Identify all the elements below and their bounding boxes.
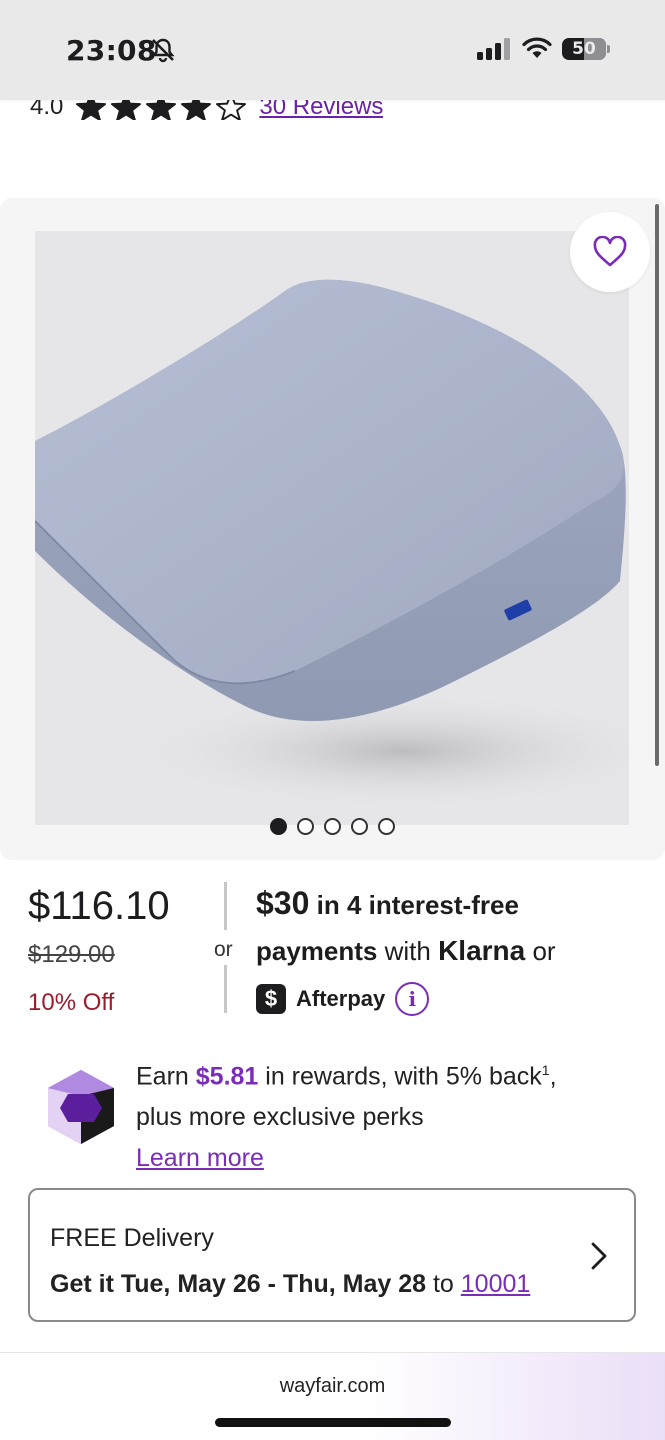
delivery-title: FREE Delivery — [50, 1224, 214, 1252]
rewards-earn: Earn — [136, 1062, 196, 1091]
rewards-gem-icon — [48, 1070, 114, 1144]
zip-code-link[interactable]: 10001 — [461, 1270, 531, 1298]
installment-amount: $30 — [256, 885, 310, 921]
status-time: 23:08 — [66, 34, 157, 67]
gallery-dot[interactable] — [270, 818, 287, 835]
battery-level: 50 — [572, 39, 596, 59]
original-price: $129.00 — [28, 941, 115, 968]
afterpay-label: Afterpay — [296, 986, 386, 1011]
installment-terms: in 4 interest-free — [309, 890, 519, 920]
gallery-pagination[interactable] — [270, 818, 395, 835]
product-image[interactable] — [35, 231, 629, 825]
rewards-rest: in rewards, with 5% back — [258, 1062, 542, 1091]
price-divider-top — [224, 882, 227, 930]
delivery-to: to — [426, 1270, 461, 1298]
rewards-line-2: plus more exclusive perks — [136, 1103, 424, 1132]
installment-line-2: payments with Klarna or — [256, 928, 656, 974]
browser-address-bar[interactable]: wayfair.com — [0, 1352, 665, 1440]
or-label: or — [214, 938, 233, 961]
gallery-scrollbar[interactable] — [655, 204, 659, 766]
battery-nub — [607, 45, 610, 53]
favorite-button[interactable] — [570, 212, 650, 292]
or-word: or — [525, 936, 556, 966]
learn-more-link[interactable]: Learn more — [136, 1144, 264, 1172]
afterpay-row: $ Afterpay i — [256, 976, 656, 1022]
payments-word: payments — [256, 936, 378, 966]
status-bar: 23:08 50 — [0, 0, 665, 100]
rewards-text: Earn $5.81 in rewards, with 5% back1, pl… — [136, 1050, 636, 1179]
url-text[interactable]: wayfair.com — [0, 1375, 665, 1398]
gallery-dot[interactable] — [297, 818, 314, 835]
wifi-icon — [522, 37, 552, 58]
price-divider-bottom — [224, 965, 227, 1013]
gallery-dot[interactable] — [378, 818, 395, 835]
rewards-comma: , — [549, 1062, 557, 1091]
bell-slash-icon — [151, 38, 175, 63]
delivery-date-line: Get it Tue, May 26 - Thu, May 28 to 1000… — [50, 1270, 530, 1299]
current-price: $116.10 — [28, 884, 170, 928]
installment-info: $30 in 4 interest-free payments with Kla… — [256, 880, 656, 1022]
chevron-right-icon — [591, 1242, 607, 1270]
heart-outline-icon — [593, 236, 627, 267]
rewards-footnote: 1 — [541, 1062, 550, 1078]
battery-indicator: 50 — [562, 38, 606, 60]
gallery-dot[interactable] — [351, 818, 368, 835]
installment-line-1: $30 in 4 interest-free — [256, 880, 656, 928]
cellular-signal-icon — [477, 38, 510, 60]
with-word: with — [377, 936, 439, 966]
price-block: $116.10 $129.00 10% Off — [28, 884, 170, 1017]
rewards-line-1: Earn $5.81 in rewards, with 5% back1, — [136, 1050, 636, 1097]
rewards-amount: $5.81 — [195, 1062, 259, 1091]
home-indicator[interactable] — [215, 1418, 451, 1427]
product-gallery[interactable] — [0, 198, 665, 860]
pillow-image — [35, 279, 629, 811]
discount-label: 10% Off — [28, 989, 115, 1016]
afterpay-icon: $ — [256, 984, 286, 1014]
gallery-dot[interactable] — [324, 818, 341, 835]
klarna-logo: Klarna — [438, 935, 526, 966]
info-icon[interactable]: i — [395, 982, 430, 1016]
delivery-card[interactable]: FREE Delivery Get it Tue, May 26 - Thu, … — [28, 1188, 636, 1322]
delivery-date: Get it Tue, May 26 - Thu, May 28 — [50, 1270, 427, 1298]
